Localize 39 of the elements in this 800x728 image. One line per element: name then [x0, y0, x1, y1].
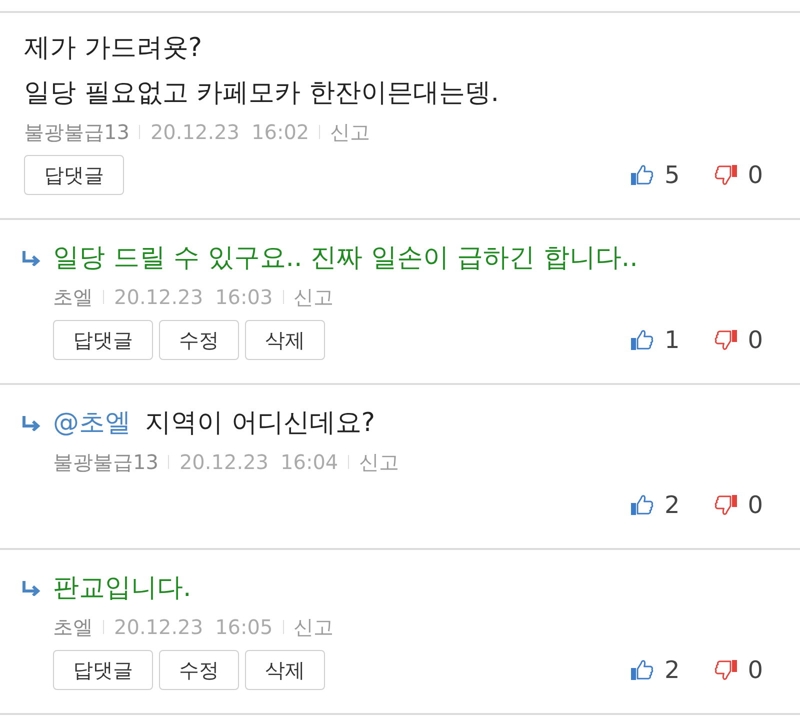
- thumbs-down-icon: [714, 329, 738, 351]
- like-button[interactable]: 1: [630, 326, 680, 354]
- comment-text: 제가 가드려욧? 일당 필요없고 카페모카 한잔이믄대는뎅.: [24, 33, 500, 108]
- comment-text: 일당 드릴 수 있구요.. 진짜 일손이 급하긴 합니다..: [53, 243, 638, 273]
- thumbs-up-icon: [630, 494, 654, 516]
- thumbs-down-icon: [714, 494, 738, 516]
- comment-time: 16:04: [280, 449, 338, 475]
- comment-date: 20.12.23: [150, 119, 240, 145]
- comment-time: 16:05: [215, 614, 273, 640]
- dislike-button[interactable]: 0: [714, 161, 763, 189]
- comment-date: 20.12.23: [114, 284, 204, 310]
- comment-text: 판교입니다.: [53, 573, 192, 603]
- comment-date: 20.12.23: [114, 614, 204, 640]
- dislike-button[interactable]: 0: [714, 326, 763, 354]
- comment-text: 지역이 어디신데요?: [145, 408, 376, 438]
- comment-action-button[interactable]: 수정: [159, 320, 239, 360]
- comment-date: 20.12.23: [179, 449, 269, 475]
- like-button[interactable]: 5: [630, 161, 680, 189]
- like-button[interactable]: 2: [630, 491, 680, 519]
- comment-time: 16:03: [215, 284, 273, 310]
- comment-action-button[interactable]: 답댓글: [53, 320, 153, 360]
- comment-action-button[interactable]: 삭제: [245, 650, 325, 690]
- mention-link[interactable]: @초엘: [53, 408, 131, 438]
- reply-arrow-icon: [22, 581, 41, 596]
- comment-action-button[interactable]: 답댓글: [24, 155, 124, 195]
- thumbs-up-icon: [630, 329, 654, 351]
- reply-arrow-icon: [22, 251, 41, 266]
- thumbs-up-icon: [630, 164, 654, 186]
- comment-action-button[interactable]: 삭제: [245, 320, 325, 360]
- thumbs-down-icon: [714, 164, 738, 186]
- like-button[interactable]: 2: [630, 656, 680, 684]
- thumbs-down-icon: [714, 659, 738, 681]
- comment-action-button[interactable]: 답댓글: [53, 650, 153, 690]
- dislike-button[interactable]: 0: [714, 491, 763, 519]
- comment-action-button[interactable]: 수정: [159, 650, 239, 690]
- reply-arrow-icon: [22, 416, 41, 431]
- comment-time: 16:02: [252, 119, 310, 145]
- thumbs-up-icon: [630, 659, 654, 681]
- dislike-button[interactable]: 0: [714, 656, 763, 684]
